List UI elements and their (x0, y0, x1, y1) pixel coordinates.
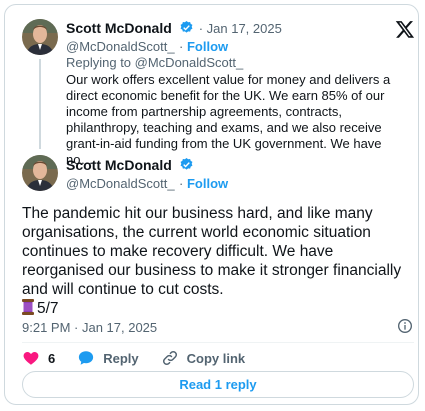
author-name[interactable]: Scott McDonald (66, 20, 172, 36)
main-tweet-text: The pandemic hit our business hard, and … (22, 204, 414, 318)
replying-to: Replying to @McDonaldScott_ (66, 55, 244, 70)
read-replies-label: Read 1 reply (179, 377, 257, 392)
avatar-image (22, 19, 58, 55)
thread-counter: 5/7 (37, 300, 59, 317)
tweet-date[interactable]: Jan 17, 2025 (207, 21, 282, 36)
heart-icon (23, 352, 39, 365)
replying-to-handle[interactable]: @McDonaldScott_ (135, 55, 244, 70)
speech-bubble-icon (79, 351, 94, 365)
avatar-image (22, 155, 58, 191)
thread-connector-line (39, 59, 41, 149)
copy-link-button[interactable]: Copy link (161, 349, 246, 367)
tweet-embed-card: Scott McDonald · Jan 17, 2025 @McDonaldS… (4, 4, 419, 405)
avatar[interactable] (22, 19, 58, 55)
main-handle-row: @McDonaldScott_ · Follow (66, 176, 229, 191)
info-icon[interactable] (397, 318, 413, 334)
like-button[interactable]: 6 (22, 349, 55, 367)
x-logo-icon[interactable] (395, 19, 415, 39)
verified-badge-icon (180, 157, 193, 170)
reply-author-row: Scott McDonald · Jan 17, 2025 (66, 20, 282, 36)
action-bar: 6 Reply Copy link (22, 348, 267, 368)
reply-button[interactable]: Reply (77, 349, 139, 367)
main-author-row: Scott McDonald (66, 157, 194, 175)
author-handle[interactable]: @McDonaldScott_ (66, 176, 175, 191)
like-count: 6 (48, 350, 56, 366)
reply-label: Reply (103, 350, 139, 366)
verified-badge-icon (180, 20, 193, 33)
author-name[interactable]: Scott McDonald (66, 157, 172, 173)
follow-button[interactable]: Follow (187, 39, 228, 54)
tweet-body: The pandemic hit our business hard, and … (22, 205, 402, 298)
copy-link-label: Copy link (186, 350, 246, 366)
spool-of-thread-icon (22, 299, 34, 315)
follow-button[interactable]: Follow (187, 176, 228, 191)
read-replies-button[interactable]: Read 1 reply (22, 371, 414, 398)
author-handle[interactable]: @McDonaldScott_ (66, 39, 175, 54)
avatar[interactable] (22, 155, 58, 191)
tweet-timestamp[interactable]: 9:21 PM · Jan 17, 2025 (22, 320, 157, 335)
divider (22, 342, 414, 343)
reply-tweet-text: Our work offers excellent value for mone… (66, 72, 391, 167)
link-icon (162, 350, 177, 366)
